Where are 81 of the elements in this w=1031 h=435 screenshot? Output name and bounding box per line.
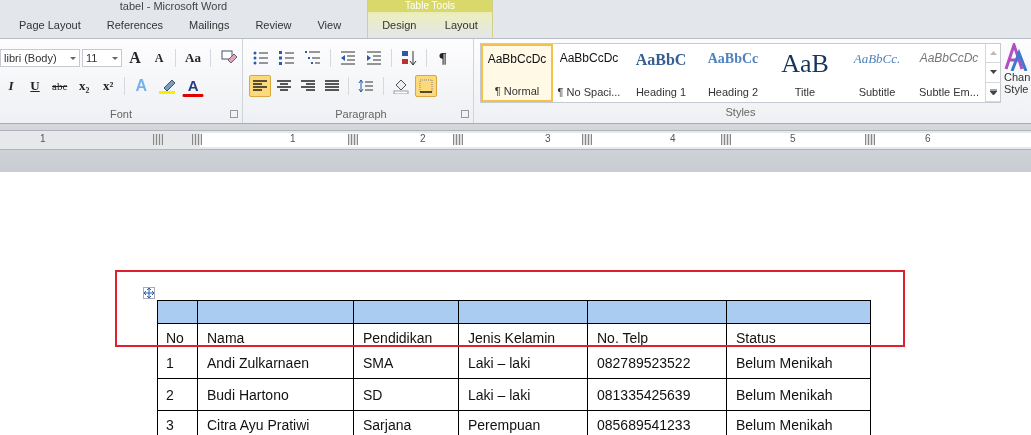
font-name-dropdown[interactable]: libri (Body): [0, 49, 80, 67]
column-marker-icon[interactable]: [582, 134, 592, 145]
superscript-button[interactable]: x²: [97, 75, 120, 97]
table-cell: Laki – laki: [458, 346, 588, 379]
style-option[interactable]: AaBbCcDc ¶ No Spaci...: [553, 44, 625, 102]
table-cell: SMA: [353, 346, 459, 379]
align-left-button[interactable]: [248, 75, 271, 97]
borders-icon: [418, 79, 433, 93]
strikethrough-button[interactable]: abc: [48, 75, 72, 97]
table-tools-label: Table Tools: [368, 0, 492, 12]
column-marker-icon[interactable]: [721, 134, 731, 145]
group-label: Styles: [725, 106, 756, 118]
ribbon-tab[interactable]: Mailings: [176, 16, 243, 34]
column-marker-icon[interactable]: [453, 134, 463, 145]
dialog-launcher-icon[interactable]: [461, 110, 469, 118]
table-cell: Budi Hartono: [197, 378, 354, 411]
table-cell: Andi Zulkarnaen: [197, 346, 354, 379]
ribbon-tab[interactable]: Design: [376, 16, 423, 34]
ruler-number: 2: [420, 133, 426, 144]
underline-button[interactable]: U: [24, 75, 46, 97]
style-option[interactable]: AaBbC Heading 1: [625, 44, 697, 102]
dialog-launcher-icon[interactable]: [229, 110, 238, 118]
increase-indent-icon: [365, 51, 382, 65]
table-cell: 3: [157, 410, 198, 435]
change-case-button[interactable]: Aa: [181, 47, 205, 69]
table-cell: 081335425639: [587, 378, 727, 411]
style-option[interactable]: AaBbCc. Subtitle: [841, 44, 913, 102]
change-styles-button[interactable]: Chan Style: [1001, 39, 1031, 123]
ribbon-tab[interactable]: References: [93, 16, 177, 34]
column-marker-icon[interactable]: [153, 134, 163, 145]
align-left-icon: [252, 80, 267, 92]
ruler-number: 1: [40, 133, 46, 144]
table-cell: 1: [157, 346, 198, 379]
ribbon-tab[interactable]: View: [304, 16, 355, 34]
font-size-dropdown[interactable]: 11: [82, 49, 122, 67]
ruler-number: 4: [670, 133, 676, 144]
paint-bucket-icon: [392, 78, 409, 94]
table-cell: Laki – laki: [458, 378, 588, 411]
style-option[interactable]: AaBbCc Heading 2: [697, 44, 769, 102]
table-cell: Belum Menikah: [726, 378, 871, 411]
align-center-icon: [276, 80, 291, 92]
ribbon-tab[interactable]: Layout: [438, 16, 484, 34]
font-color-button[interactable]: A: [182, 75, 205, 97]
align-right-icon: [300, 80, 315, 92]
sort-icon: [400, 50, 417, 66]
eraser-icon: [219, 50, 238, 66]
style-option[interactable]: AaBbCcDc ¶ Normal: [481, 44, 553, 102]
group-label: Font: [109, 108, 132, 120]
ruler-number: 6: [925, 133, 931, 144]
style-option[interactable]: AaBbCcDc Subtle Em...: [913, 44, 985, 102]
ruler-number: 3: [545, 133, 551, 144]
italic-button[interactable]: I: [0, 75, 22, 97]
highlighter-icon: [158, 78, 177, 94]
grow-font-button[interactable]: A: [124, 47, 146, 69]
line-spacing-icon: [357, 79, 374, 93]
bullet-list-icon: [252, 51, 269, 65]
ruler-number: 5: [790, 133, 796, 144]
table-cell: SD: [353, 378, 459, 411]
window-title: tabel - Microsoft Word: [119, 0, 228, 12]
column-marker-icon[interactable]: [192, 134, 202, 145]
letters-icon: [1004, 43, 1028, 71]
pilcrow-button[interactable]: ¶: [431, 47, 454, 69]
ribbon-tab[interactable]: Page Layout: [6, 16, 94, 34]
shrink-font-button[interactable]: A: [148, 47, 170, 69]
table-cell: Belum Menikah: [726, 346, 871, 379]
shaded-cell: [157, 300, 198, 324]
borders-button[interactable]: [414, 75, 437, 97]
numbered-list-icon: [278, 51, 295, 65]
ribbon-tab[interactable]: Review: [242, 16, 305, 34]
move-handle-icon[interactable]: [143, 287, 155, 299]
table-cell: 082789523522: [587, 346, 727, 379]
group-label: Paragraph: [335, 108, 387, 120]
ruler-number: 1: [290, 133, 296, 144]
column-marker-icon[interactable]: [865, 134, 875, 145]
decrease-indent-icon: [339, 51, 356, 65]
column-marker-icon[interactable]: [348, 134, 358, 145]
subscript-button[interactable]: x₂: [73, 75, 96, 97]
multilevel-list-icon: [304, 51, 321, 65]
style-option[interactable]: AaB Title: [769, 44, 841, 102]
table-cell: 2: [157, 378, 198, 411]
justify-icon: [324, 80, 339, 92]
